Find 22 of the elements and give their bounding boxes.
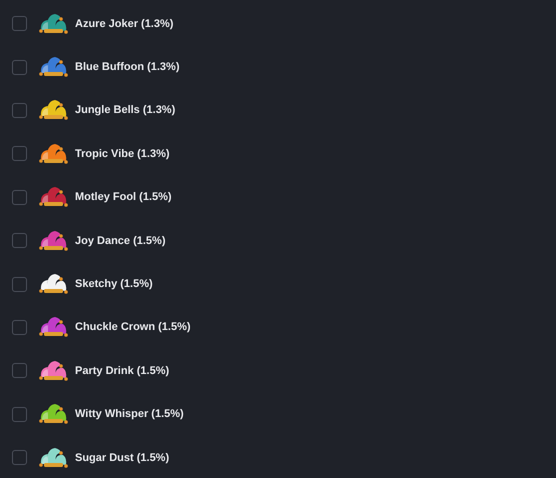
checkbox[interactable] <box>12 146 27 162</box>
item-label: Sugar Dust (1.5%) <box>75 452 170 464</box>
item-label: Blue Buffoon (1.3%) <box>75 61 180 74</box>
item-label: Jungle Bells (1.3%) <box>75 104 176 116</box>
item-label: Party Drink (1.5%) <box>75 364 170 377</box>
item-label: Tropic Vibe (1.3%) <box>75 148 170 160</box>
item-label: Joy Dance (1.5%) <box>75 234 166 247</box>
item-label: Sketchy (1.5%) <box>75 278 153 290</box>
checkbox[interactable] <box>12 233 27 248</box>
checkbox[interactable] <box>12 190 27 205</box>
checkbox[interactable] <box>12 363 27 378</box>
item-label: Motley Fool (1.5%) <box>75 191 172 204</box>
checkbox[interactable] <box>12 276 27 292</box>
item-label: Azure Joker (1.3%) <box>75 18 174 30</box>
checkbox[interactable] <box>12 60 27 75</box>
checkbox[interactable] <box>12 102 27 118</box>
checkbox[interactable] <box>12 406 27 422</box>
checkbox[interactable] <box>12 16 27 32</box>
checkbox[interactable] <box>12 450 27 466</box>
checkbox[interactable] <box>12 320 27 335</box>
item-label: Witty Whisper (1.5%) <box>75 408 184 420</box>
item-label: Chuckle Crown (1.5%) <box>75 321 191 334</box>
